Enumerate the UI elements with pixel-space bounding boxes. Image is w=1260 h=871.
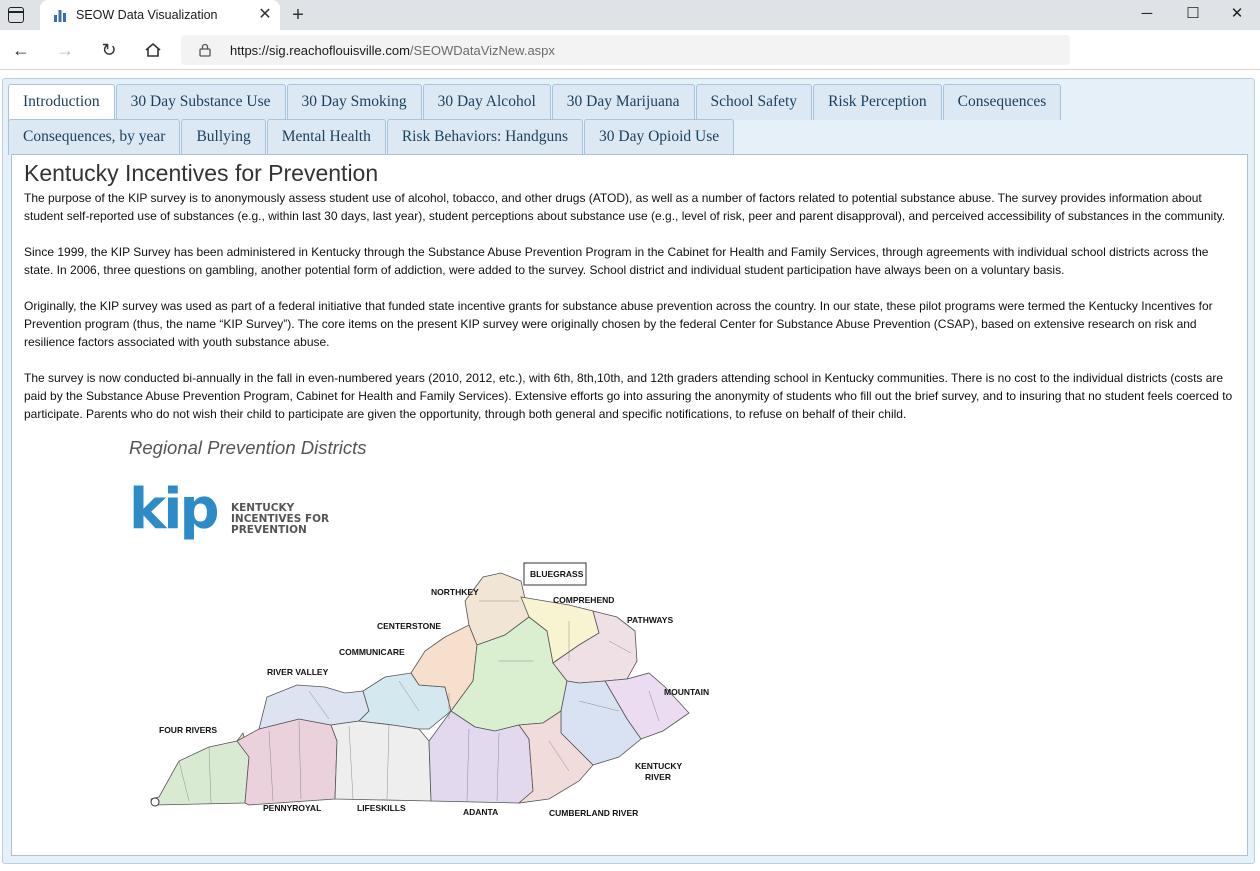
label-comprehend: COMPREHEND — [553, 595, 614, 605]
title-bar: SEOW Data Visualization ✕ + ─ ☐ ✕ — [0, 0, 1260, 30]
tab-consequences-by-year[interactable]: Consequences, by year — [8, 119, 181, 155]
label-cumberland-river: CUMBERLAND RIVER — [549, 808, 638, 818]
label-kentucky-river-1: KENTUCKY — [635, 761, 683, 771]
minimize-icon[interactable]: ─ — [1124, 0, 1170, 30]
tab-risk-behaviors-handguns[interactable]: Risk Behaviors: Handguns — [386, 119, 584, 155]
browser-tab[interactable]: SEOW Data Visualization ✕ — [40, 0, 280, 30]
url-host: https://sig.reachoflouisville.com — [230, 43, 410, 58]
region-lifeskills — [330, 720, 432, 802]
back-arrow-icon[interactable]: ← — [7, 36, 35, 64]
kip-logo-words: KENTUCKY INCENTIVES FOR PREVENTION — [231, 503, 329, 536]
page: Introduction 30 Day Substance Use 30 Day… — [0, 71, 1260, 871]
label-pathways: PATHWAYS — [627, 615, 673, 625]
label-kentucky-river-2: RIVER — [645, 772, 671, 782]
forward-arrow-icon[interactable]: → — [51, 36, 79, 64]
chart-favicon-icon — [54, 10, 66, 22]
label-four-rivers: FOUR RIVERS — [159, 725, 217, 735]
kip-logo: kip KENTUCKY INCENTIVES FOR PREVENTION — [129, 477, 339, 549]
tab-row-1: Introduction 30 Day Substance Use 30 Day… — [8, 84, 1062, 121]
lock-icon[interactable] — [199, 43, 211, 57]
label-northkey: NORTHKEY — [431, 587, 479, 597]
tab-school-safety[interactable]: School Safety — [695, 84, 813, 120]
maximize-icon[interactable]: ☐ — [1170, 0, 1216, 30]
region-four-rivers — [150, 732, 250, 806]
tab-30-day-substance-use[interactable]: 30 Day Substance Use — [115, 84, 286, 120]
tab-30-day-marijuana[interactable]: 30 Day Marijuana — [551, 84, 695, 120]
tab-30-day-alcohol[interactable]: 30 Day Alcohol — [422, 84, 551, 120]
tab-bullying[interactable]: Bullying — [181, 119, 266, 155]
intro-paragraph-2: Since 1999, the KIP Survey has been admi… — [24, 245, 1209, 277]
tab-panel-introduction: Kentucky Incentives for Prevention The p… — [11, 154, 1248, 856]
label-river-valley: RIVER VALLEY — [267, 667, 329, 677]
regional-districts-figure: Regional Prevention Districts kip KENTUC… — [129, 437, 729, 827]
kip-logo-letters: kip — [129, 477, 220, 542]
intro-paragraph-1: The purpose of the KIP survey is to anon… — [24, 191, 1226, 223]
address-bar[interactable]: https://sig.reachoflouisville.com/SEOWDa… — [181, 35, 1070, 65]
label-communicare: COMMUNICARE — [339, 647, 405, 657]
url-path: /SEOWDataVizNew.aspx — [409, 43, 555, 58]
tab-30-day-opioid-use[interactable]: 30 Day Opioid Use — [584, 119, 735, 155]
intro-paragraph-3: Originally, the KIP survey was used as p… — [24, 299, 1213, 349]
label-centerstone: CENTERSTONE — [377, 621, 441, 631]
label-adanta: ADANTA — [463, 807, 498, 817]
tab-mental-health[interactable]: Mental Health — [266, 119, 386, 155]
window-menu-icon[interactable] — [8, 7, 24, 23]
home-icon[interactable] — [139, 36, 167, 64]
region-pennyroyal — [236, 718, 338, 806]
tab-consequences[interactable]: Consequences — [942, 84, 1062, 120]
tab-title: SEOW Data Visualization — [76, 8, 218, 22]
tabs-container: Introduction 30 Day Substance Use 30 Day… — [2, 78, 1255, 864]
kip-logo-word-3: PREVENTION — [231, 524, 307, 536]
tab-30-day-smoking[interactable]: 30 Day Smoking — [286, 84, 422, 120]
region-four-rivers-tip — [150, 797, 160, 807]
tab-row-2: Consequences, by year Bullying Mental He… — [8, 119, 735, 155]
new-tab-icon[interactable]: + — [287, 3, 309, 27]
refresh-icon[interactable]: ↻ — [95, 36, 123, 64]
label-mountain: MOUNTAIN — [664, 687, 709, 697]
url-text[interactable]: https://sig.reachoflouisville.com/SEOWDa… — [230, 43, 555, 58]
tab-introduction[interactable]: Introduction — [8, 84, 115, 121]
page-title: Kentucky Incentives for Prevention — [24, 160, 379, 186]
map-heading: Regional Prevention Districts — [129, 437, 367, 458]
label-pennyroyal: PENNYROYAL — [263, 803, 321, 813]
label-lifeskills: LIFESKILLS — [357, 803, 406, 813]
browser-toolbar: ← → ↻ https://sig.reachoflouisville.com/… — [0, 30, 1260, 70]
intro-paragraph-4: The survey is now conducted bi-annually … — [24, 371, 1233, 421]
close-window-icon[interactable]: ✕ — [1214, 0, 1260, 30]
kentucky-regions-map: BLUEGRASS NORTHKEY COMPREHEND CENTERSTON… — [150, 562, 709, 818]
tab-risk-perception[interactable]: Risk Perception — [813, 84, 942, 120]
label-bluegrass: BLUEGRASS — [530, 569, 584, 579]
close-tab-icon[interactable]: ✕ — [256, 5, 274, 25]
